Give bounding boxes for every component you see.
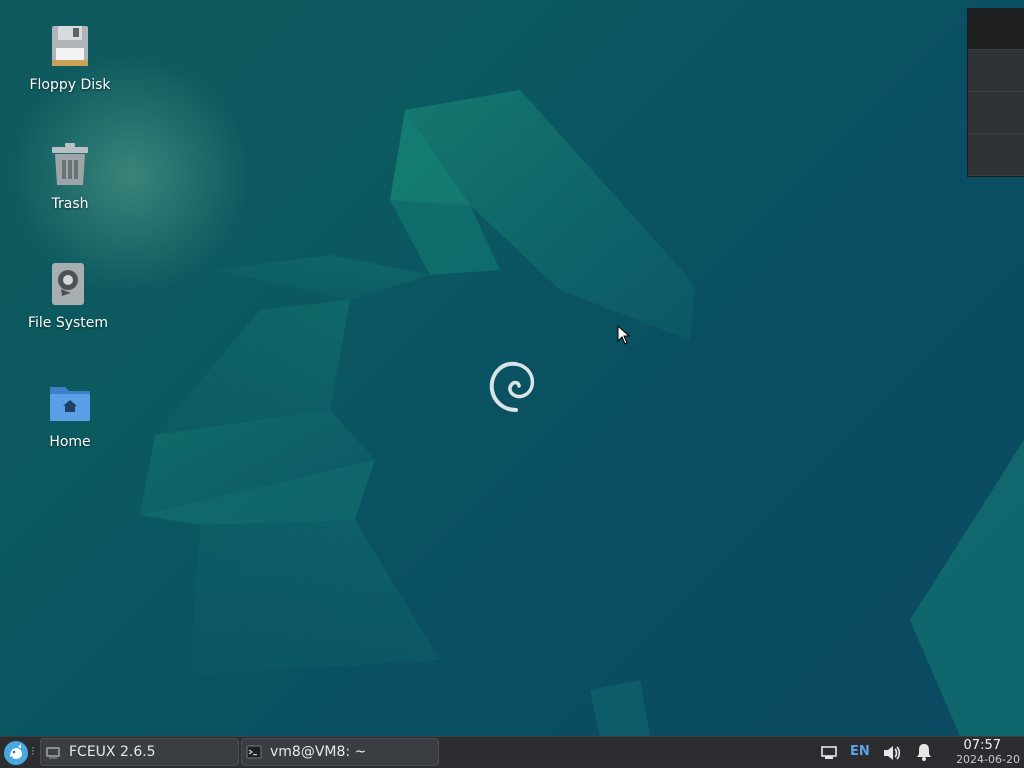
taskbar-item-terminal[interactable]: vm8@VM8: ~: [241, 738, 439, 766]
desktop-icon-label: Trash: [51, 196, 89, 212]
desktop-icon-label: File System: [27, 315, 109, 331]
debian-logo-icon: [489, 361, 535, 412]
trash-icon: [52, 143, 88, 185]
menu-separator-handle: ⁝: [31, 744, 35, 758]
hard-drive-icon: [52, 263, 84, 305]
terminal-icon: [246, 745, 262, 759]
desktop-icon-trash[interactable]: Trash: [20, 141, 120, 213]
clock-time[interactable]: 07:57: [964, 738, 1001, 753]
bell-icon[interactable]: [914, 742, 934, 762]
system-tray: EN 07:57 2024-06-20: [814, 737, 1024, 769]
network-wired-icon[interactable]: [820, 744, 838, 762]
desktop-icon-home[interactable]: Home: [20, 379, 120, 451]
taskbar-item-label: vm8@VM8: ~: [270, 744, 367, 760]
workspace-1[interactable]: [968, 8, 1024, 50]
taskbar-item-fceux[interactable]: FCEUX 2.6.5: [40, 738, 239, 766]
floppy-disk-icon: [52, 26, 88, 66]
clock-date[interactable]: 2024-06-20: [956, 753, 1020, 766]
workspace-4[interactable]: [968, 134, 1024, 176]
taskbar: ⁝ FCEUX 2.6.5 vm8@VM8: ~ EN 07:57 2024-0…: [0, 736, 1024, 768]
taskbar-item-label: FCEUX 2.6.5: [69, 744, 156, 760]
whisker-menu-icon[interactable]: [3, 740, 29, 766]
home-folder-icon: [50, 387, 90, 421]
desktop[interactable]: Floppy Disk Trash File System Home: [0, 0, 1024, 736]
desktop-icon-label: Floppy Disk: [29, 77, 111, 93]
fceux-app-icon: [46, 747, 60, 759]
workspace-switcher[interactable]: [967, 8, 1024, 177]
workspace-2[interactable]: [968, 50, 1024, 92]
volume-icon[interactable]: [882, 743, 902, 763]
mouse-cursor-icon: [617, 325, 631, 345]
desktop-icon-floppy-disk[interactable]: Floppy Disk: [20, 22, 120, 94]
desktop-icon-label: Home: [49, 434, 91, 450]
workspace-3[interactable]: [968, 92, 1024, 134]
keyboard-layout-indicator[interactable]: EN: [850, 744, 870, 759]
desktop-icon-file-system[interactable]: File System: [18, 260, 118, 332]
